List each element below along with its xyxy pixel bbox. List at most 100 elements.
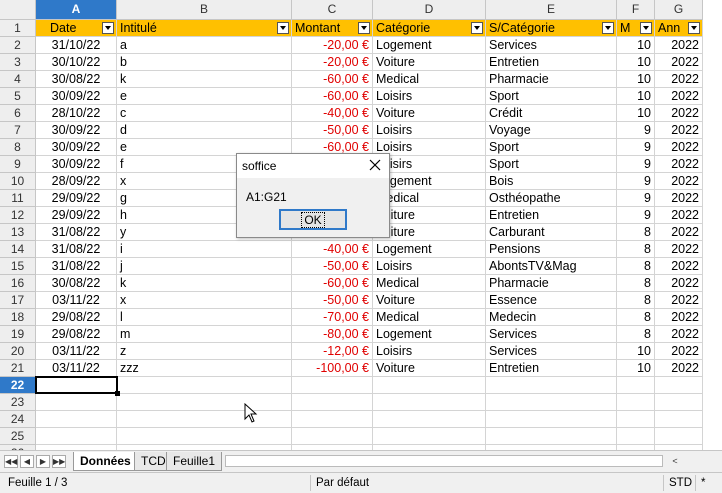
empty-cell[interactable] xyxy=(292,394,373,411)
empty-cell[interactable] xyxy=(36,411,117,428)
empty-cell[interactable] xyxy=(117,394,292,411)
row-header-23[interactable]: 23 xyxy=(0,394,36,411)
table-cell[interactable]: 8 xyxy=(617,326,655,343)
row-header-2[interactable]: 2 xyxy=(0,37,36,54)
row-header-7[interactable]: 7 xyxy=(0,122,36,139)
table-cell[interactable]: -60,00 € xyxy=(292,71,373,88)
table-cell[interactable]: 2022 xyxy=(655,190,703,207)
table-cell[interactable]: Medical xyxy=(373,71,486,88)
table-cell[interactable]: 2022 xyxy=(655,292,703,309)
table-cell[interactable]: Voiture xyxy=(373,360,486,377)
table-cell[interactable]: Pharmacie xyxy=(486,275,617,292)
empty-cell[interactable] xyxy=(373,428,486,445)
autofilter-dropdown-icon[interactable] xyxy=(471,22,483,34)
table-cell[interactable]: Voiture xyxy=(373,105,486,122)
column-header-c[interactable]: C xyxy=(292,0,373,20)
tab-donnees[interactable]: Données xyxy=(73,452,138,471)
table-cell[interactable]: 9 xyxy=(617,190,655,207)
table-cell[interactable]: -20,00 € xyxy=(292,37,373,54)
table-cell[interactable]: Essence xyxy=(486,292,617,309)
table-cell[interactable]: 9 xyxy=(617,173,655,190)
table-cell[interactable]: 31/10/22 xyxy=(36,37,117,54)
first-sheet-icon[interactable]: ◀◀ xyxy=(4,455,18,468)
empty-cell[interactable] xyxy=(655,394,703,411)
table-cell[interactable]: 10 xyxy=(617,88,655,105)
table-cell[interactable]: e xyxy=(117,88,292,105)
table-cell[interactable]: 2022 xyxy=(655,71,703,88)
table-cell[interactable]: -80,00 € xyxy=(292,326,373,343)
empty-cell[interactable] xyxy=(292,411,373,428)
table-cell[interactable]: Sport xyxy=(486,139,617,156)
table-cell[interactable]: 10 xyxy=(617,71,655,88)
table-cell[interactable]: 2022 xyxy=(655,309,703,326)
table-cell[interactable]: Services xyxy=(486,343,617,360)
row-header-21[interactable]: 21 xyxy=(0,360,36,377)
table-cell[interactable]: x xyxy=(117,292,292,309)
table-cell[interactable]: 8 xyxy=(617,292,655,309)
table-cell[interactable]: Carburant xyxy=(486,224,617,241)
table-cell[interactable]: d xyxy=(117,122,292,139)
row-header-25[interactable]: 25 xyxy=(0,428,36,445)
header-cell[interactable]: Montant xyxy=(292,20,373,37)
table-cell[interactable]: AbontsTV&Mag xyxy=(486,258,617,275)
table-cell[interactable]: -60,00 € xyxy=(292,275,373,292)
row-header-17[interactable]: 17 xyxy=(0,292,36,309)
table-cell[interactable]: 2022 xyxy=(655,241,703,258)
table-cell[interactable]: Sport xyxy=(486,156,617,173)
row-header-9[interactable]: 9 xyxy=(0,156,36,173)
table-cell[interactable]: 9 xyxy=(617,207,655,224)
empty-cell[interactable] xyxy=(486,411,617,428)
column-header-b[interactable]: B xyxy=(117,0,292,20)
empty-cell[interactable] xyxy=(117,411,292,428)
prev-sheet-icon[interactable]: ◀ xyxy=(20,455,34,468)
autofilter-dropdown-icon[interactable] xyxy=(358,22,370,34)
table-cell[interactable]: Entretien xyxy=(486,360,617,377)
table-cell[interactable]: 28/09/22 xyxy=(36,173,117,190)
empty-cell[interactable] xyxy=(655,377,703,394)
table-cell[interactable]: 10 xyxy=(617,54,655,71)
table-cell[interactable]: 2022 xyxy=(655,275,703,292)
table-cell[interactable]: 31/08/22 xyxy=(36,241,117,258)
row-header-14[interactable]: 14 xyxy=(0,241,36,258)
column-header-e[interactable]: E xyxy=(486,0,617,20)
table-cell[interactable]: 2022 xyxy=(655,258,703,275)
row-header-6[interactable]: 6 xyxy=(0,105,36,122)
row-header-19[interactable]: 19 xyxy=(0,326,36,343)
table-cell[interactable]: -20,00 € xyxy=(292,54,373,71)
empty-cell[interactable] xyxy=(486,394,617,411)
table-cell[interactable]: Entretien xyxy=(486,207,617,224)
row-header-10[interactable]: 10 xyxy=(0,173,36,190)
table-cell[interactable]: i xyxy=(117,241,292,258)
table-cell[interactable]: 9 xyxy=(617,122,655,139)
table-cell[interactable]: Loisirs xyxy=(373,88,486,105)
table-cell[interactable]: 03/11/22 xyxy=(36,360,117,377)
row-header-20[interactable]: 20 xyxy=(0,343,36,360)
table-cell[interactable]: 30/08/22 xyxy=(36,71,117,88)
autofilter-dropdown-icon[interactable] xyxy=(640,22,652,34)
table-cell[interactable]: 29/09/22 xyxy=(36,190,117,207)
table-cell[interactable]: Loisirs xyxy=(373,122,486,139)
table-cell[interactable]: Loisirs xyxy=(373,258,486,275)
table-cell[interactable]: 2022 xyxy=(655,37,703,54)
row-header-8[interactable]: 8 xyxy=(0,139,36,156)
table-cell[interactable]: 03/11/22 xyxy=(36,343,117,360)
horizontal-scrollbar[interactable] xyxy=(225,455,663,467)
table-cell[interactable]: Voiture xyxy=(373,292,486,309)
table-cell[interactable]: -60,00 € xyxy=(292,88,373,105)
empty-cell[interactable] xyxy=(36,428,117,445)
tab-feuille1[interactable]: Feuille1 xyxy=(166,452,223,471)
status-modified[interactable]: * xyxy=(701,477,705,489)
select-all-corner[interactable] xyxy=(0,0,36,20)
table-cell[interactable]: Services xyxy=(486,37,617,54)
table-cell[interactable]: 31/08/22 xyxy=(36,258,117,275)
table-cell[interactable]: z xyxy=(117,343,292,360)
header-cell[interactable]: S/Catégorie xyxy=(486,20,617,37)
table-cell[interactable]: -40,00 € xyxy=(292,241,373,258)
table-cell[interactable]: -40,00 € xyxy=(292,105,373,122)
table-cell[interactable]: Loisirs xyxy=(373,343,486,360)
empty-cell[interactable] xyxy=(617,428,655,445)
table-cell[interactable]: Crédit xyxy=(486,105,617,122)
table-cell[interactable]: 30/09/22 xyxy=(36,122,117,139)
row-header-22[interactable]: 22 xyxy=(0,377,36,394)
column-header-g[interactable]: G xyxy=(655,0,703,20)
